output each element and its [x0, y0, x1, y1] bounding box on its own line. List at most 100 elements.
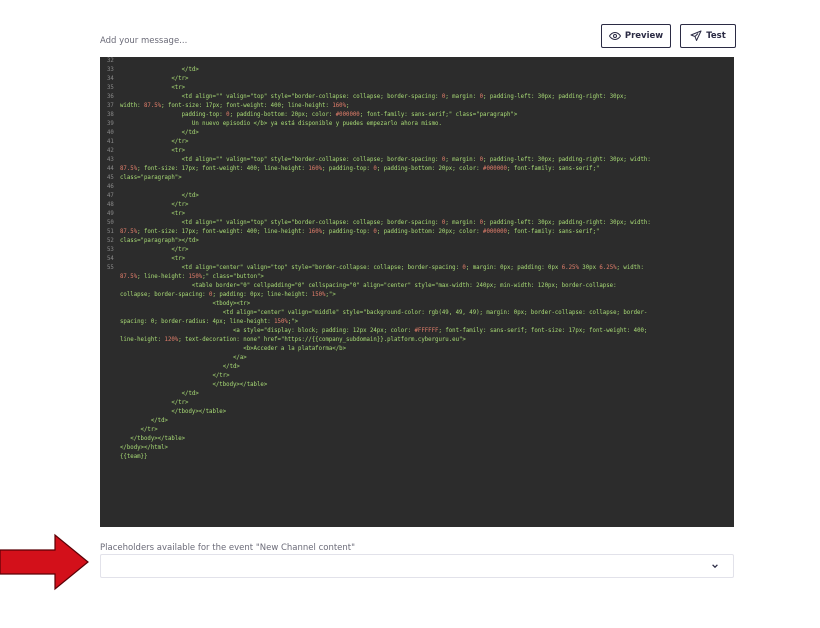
code-line: </td> — [100, 390, 734, 399]
code-line: 33 </td> — [100, 66, 734, 75]
line-number: 43 — [107, 157, 114, 163]
chevron-down-icon — [712, 564, 718, 569]
line-number — [100, 390, 120, 399]
code-text: class="paragraph"></td> — [120, 238, 199, 244]
preview-button[interactable]: Preview — [601, 24, 671, 48]
line-number — [100, 309, 120, 318]
code-text: </tr> — [120, 139, 189, 145]
line-number: 37 — [107, 103, 114, 109]
code-text: </tr> — [120, 373, 230, 379]
code-text: <tr> — [120, 85, 186, 91]
code-line: 38 padding-top: 0; padding-bottom: 20px;… — [100, 111, 734, 120]
code-line: 55 <td align="center" valign="top" style… — [100, 264, 734, 273]
line-number — [100, 363, 120, 372]
preview-label: Preview — [624, 31, 664, 41]
message-placeholder[interactable]: Add your message... — [100, 36, 187, 46]
code-line: </tbody></table> — [100, 435, 734, 444]
line-number: 47 — [107, 193, 114, 199]
code-text: </td> — [120, 67, 199, 73]
code-line: </body></html> — [100, 444, 734, 453]
code-line: </td> — [100, 417, 734, 426]
code-text: line-height: 120%; text-decoration: none… — [120, 337, 466, 343]
code-line: </tr> — [100, 399, 734, 408]
code-line: 42 <tr> — [100, 147, 734, 156]
line-number — [100, 318, 120, 327]
code-line: <td align="center" valign="middle" style… — [100, 309, 734, 318]
code-text: 87.5%; font-size: 17px; font-weight: 400… — [120, 166, 600, 172]
code-text: collapse; border-spacing: 0; padding: 0p… — [120, 292, 336, 298]
send-icon — [690, 30, 702, 41]
code-text: <td align="center" valign="top" style="b… — [120, 265, 644, 271]
code-line: 52 class="paragraph"></td> — [100, 237, 734, 246]
code-text: </td> — [120, 418, 168, 424]
code-line: line-height: 120%; text-decoration: none… — [100, 336, 734, 345]
code-text: </body></html> — [120, 445, 168, 451]
code-line: 41 </tr> — [100, 138, 734, 147]
code-line: 39 Un nuevo episodio </b> ya está dispon… — [100, 120, 734, 129]
line-number: 48 — [107, 202, 114, 208]
code-line: </tr> — [100, 372, 734, 381]
code-line: 32 — [100, 57, 734, 66]
code-text: <td align="center" valign="middle" style… — [120, 310, 648, 316]
line-number — [100, 453, 120, 462]
test-button[interactable]: Test — [680, 24, 736, 48]
code-line: spacing: 0; border-radius: 4px; line-hei… — [100, 318, 734, 327]
code-editor[interactable]: 32 33 </td> 34 </tr> 35 <tr> 36 <td align=""… — [100, 57, 734, 527]
code-line: </tr> — [100, 426, 734, 435]
code-line: 37 width: 87.5%; font-size: 17px; font-we… — [100, 102, 734, 111]
code-text: <tr> — [120, 211, 186, 217]
line-number — [100, 354, 120, 363]
eye-icon — [608, 31, 621, 41]
code-text: </td> — [120, 364, 240, 370]
line-number: 40 — [107, 130, 114, 136]
code-text: </tr> — [120, 202, 189, 208]
code-line: </tbody></table> — [100, 408, 734, 417]
code-text: <td align="" valign="top" style="border-… — [120, 220, 651, 226]
code-line: 53 </tr> — [100, 246, 734, 255]
line-number — [100, 291, 120, 300]
code-text: <a style="display: block; padding: 12px … — [120, 328, 648, 334]
code-text: class="paragraph"> — [120, 175, 182, 181]
code-line: 43 <td align="" valign="top" style="bord… — [100, 156, 734, 165]
line-number — [100, 417, 120, 426]
code-lines: 32 33 </td> 34 </tr> 35 <tr> 36 <td align=""… — [100, 57, 734, 462]
code-line: 45 class="paragraph"> — [100, 174, 734, 183]
line-number: 36 — [107, 94, 114, 100]
code-line: 34 </tr> — [100, 75, 734, 84]
code-line: 46 — [100, 183, 734, 192]
test-label: Test — [706, 31, 726, 41]
red-arrow-annotation — [0, 533, 89, 591]
line-number: 50 — [107, 220, 114, 226]
line-number — [100, 282, 120, 291]
code-text: </tbody></table> — [120, 382, 268, 388]
code-line: 49 <tr> — [100, 210, 734, 219]
placeholders-select[interactable] — [100, 554, 734, 578]
line-number — [100, 426, 120, 435]
code-text: </tr> — [120, 76, 189, 82]
code-text: </td> — [120, 391, 199, 397]
code-text: </td> — [120, 130, 199, 136]
code-text: <tbody><tr> — [120, 301, 251, 307]
line-number — [100, 273, 120, 282]
code-text: </tr> — [120, 247, 189, 253]
code-text: <b>Acceder a la plataforma</b> — [120, 346, 346, 352]
line-number: 52 — [107, 238, 114, 244]
line-number: 54 — [107, 256, 114, 262]
line-number — [100, 345, 120, 354]
line-number — [100, 444, 120, 453]
line-number: 45 — [107, 175, 114, 181]
line-number: 46 — [107, 184, 114, 190]
code-line: collapse; border-spacing: 0; padding: 0p… — [100, 291, 734, 300]
code-line: </td> — [100, 363, 734, 372]
line-number: 33 — [107, 67, 114, 73]
code-line: 51 87.5%; font-size: 17px; font-weight: 4… — [100, 228, 734, 237]
line-number: 35 — [107, 85, 114, 91]
code-text: 87.5%; line-height: 150%;" class="button… — [120, 274, 264, 280]
code-text: </tbody></table> — [120, 436, 186, 442]
line-number — [100, 408, 120, 417]
line-number: 44 — [107, 166, 114, 172]
code-text: </tr> — [120, 400, 189, 406]
line-number: 51 — [107, 229, 114, 235]
line-number: 32 — [107, 58, 114, 64]
line-number: 38 — [107, 112, 114, 118]
